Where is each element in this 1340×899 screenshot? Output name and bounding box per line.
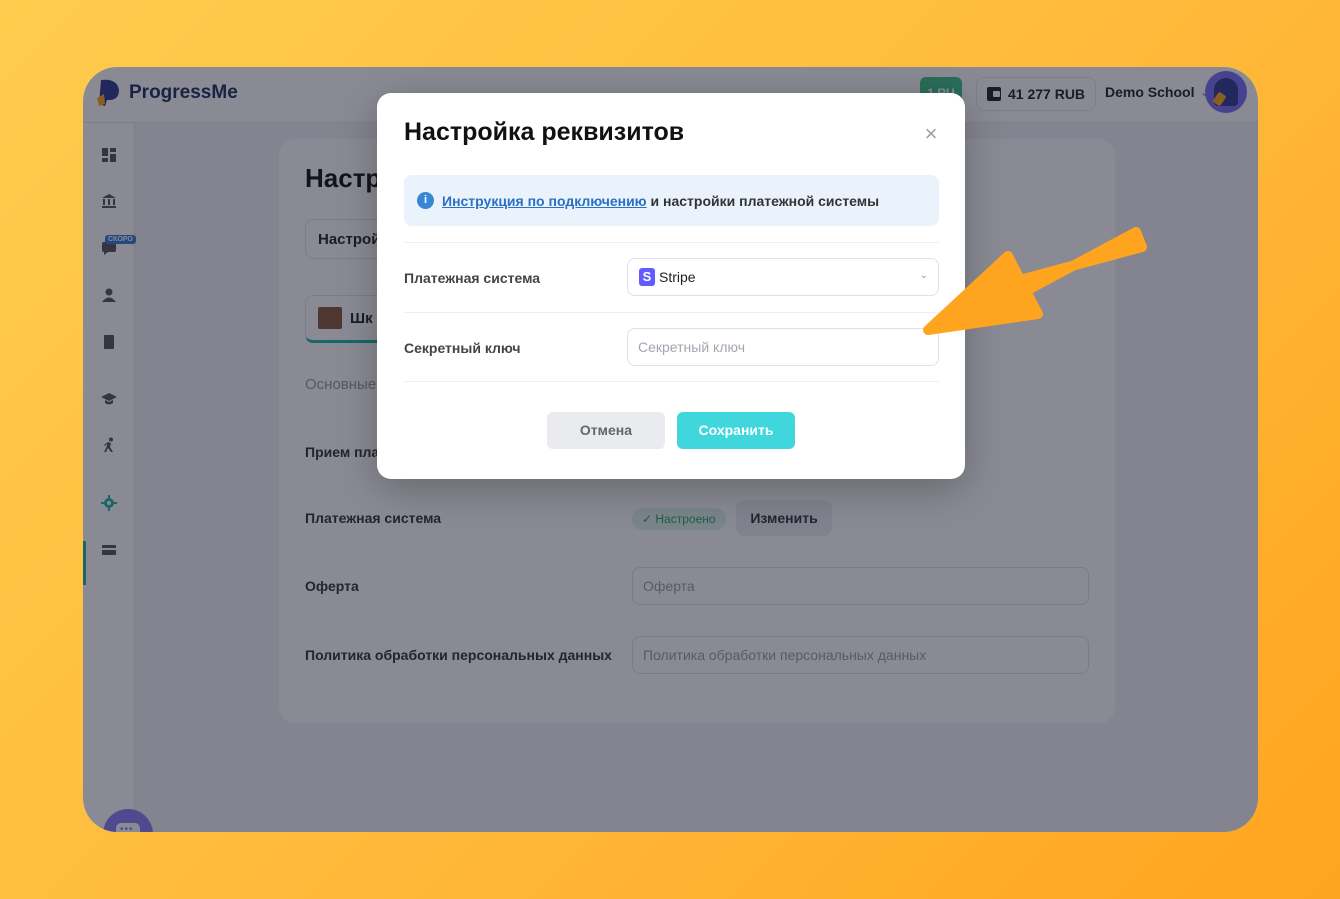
chevron-down-icon: ⌄ (919, 270, 928, 281)
info-icon: i (417, 192, 434, 209)
modal-title: Настройка реквизитов (404, 118, 685, 146)
divider (404, 381, 939, 382)
cancel-button[interactable]: Отмена (547, 412, 665, 449)
requisites-modal: Настройка реквизитов × i Инструкция по п… (377, 93, 965, 479)
divider (404, 242, 939, 243)
secret-key-input[interactable] (627, 328, 939, 366)
payment-system-field-label: Платежная система (404, 270, 541, 286)
secret-key-label: Секретный ключ (404, 340, 521, 356)
instruction-link[interactable]: Инструкция по подключению (442, 193, 647, 209)
info-banner: i Инструкция по подключению и настройки … (404, 175, 939, 226)
app-window: ProgressMe 1 RU 41 277 RUB Demo School ⌄… (83, 67, 1258, 832)
save-button[interactable]: Сохранить (677, 412, 795, 449)
divider (404, 312, 939, 313)
payment-system-value: Stripe (659, 269, 696, 285)
payment-system-select[interactable]: S Stripe ⌄ (627, 258, 939, 296)
close-icon[interactable]: × (920, 123, 942, 145)
stripe-icon: S (639, 268, 655, 286)
info-text: и настройки платежной системы (650, 192, 880, 209)
